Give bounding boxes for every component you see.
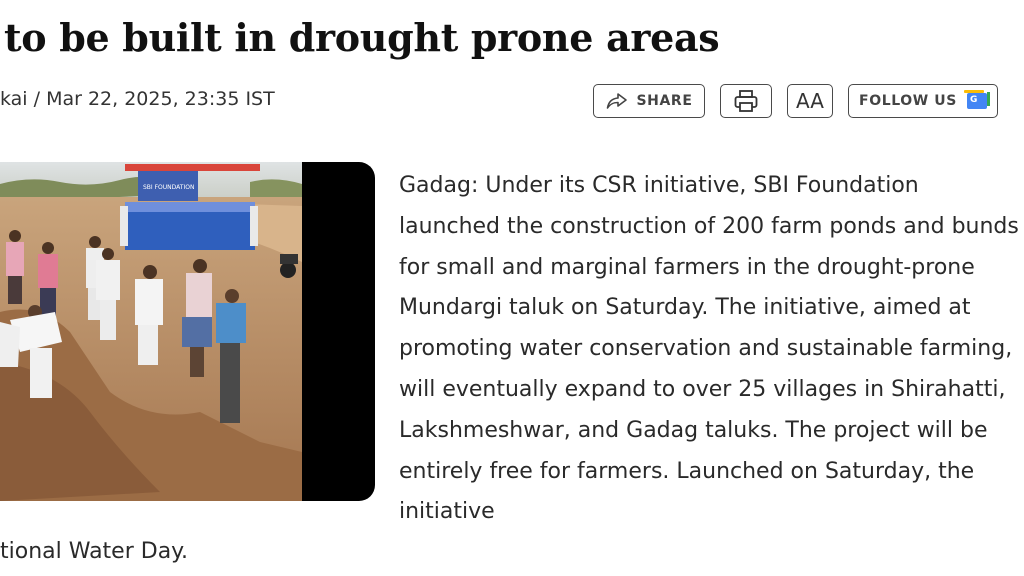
article-byline: kai / Mar 22, 2025, 23:35 IST xyxy=(0,88,275,110)
font-size-label: AA xyxy=(796,89,824,113)
share-label: SHARE xyxy=(636,93,693,109)
share-icon xyxy=(606,93,627,109)
google-news-icon: G xyxy=(963,90,990,109)
share-button[interactable]: SHARE xyxy=(593,84,705,118)
article-photo: SBI FOUNDATION xyxy=(0,162,375,501)
article-headline: to be built in drought prone areas xyxy=(4,15,720,60)
print-icon xyxy=(734,90,758,112)
print-button[interactable] xyxy=(720,84,772,118)
article-body: Gadag: Under its CSR initiative, SBI Fou… xyxy=(399,173,1019,525)
banner-text: SBI FOUNDATION xyxy=(143,184,194,191)
font-size-button[interactable]: AA xyxy=(787,84,833,118)
follow-us-button[interactable]: FOLLOW US G xyxy=(848,84,998,118)
follow-us-label: FOLLOW US xyxy=(859,93,957,109)
article-body-continuation: tional Water Day. xyxy=(0,539,189,564)
